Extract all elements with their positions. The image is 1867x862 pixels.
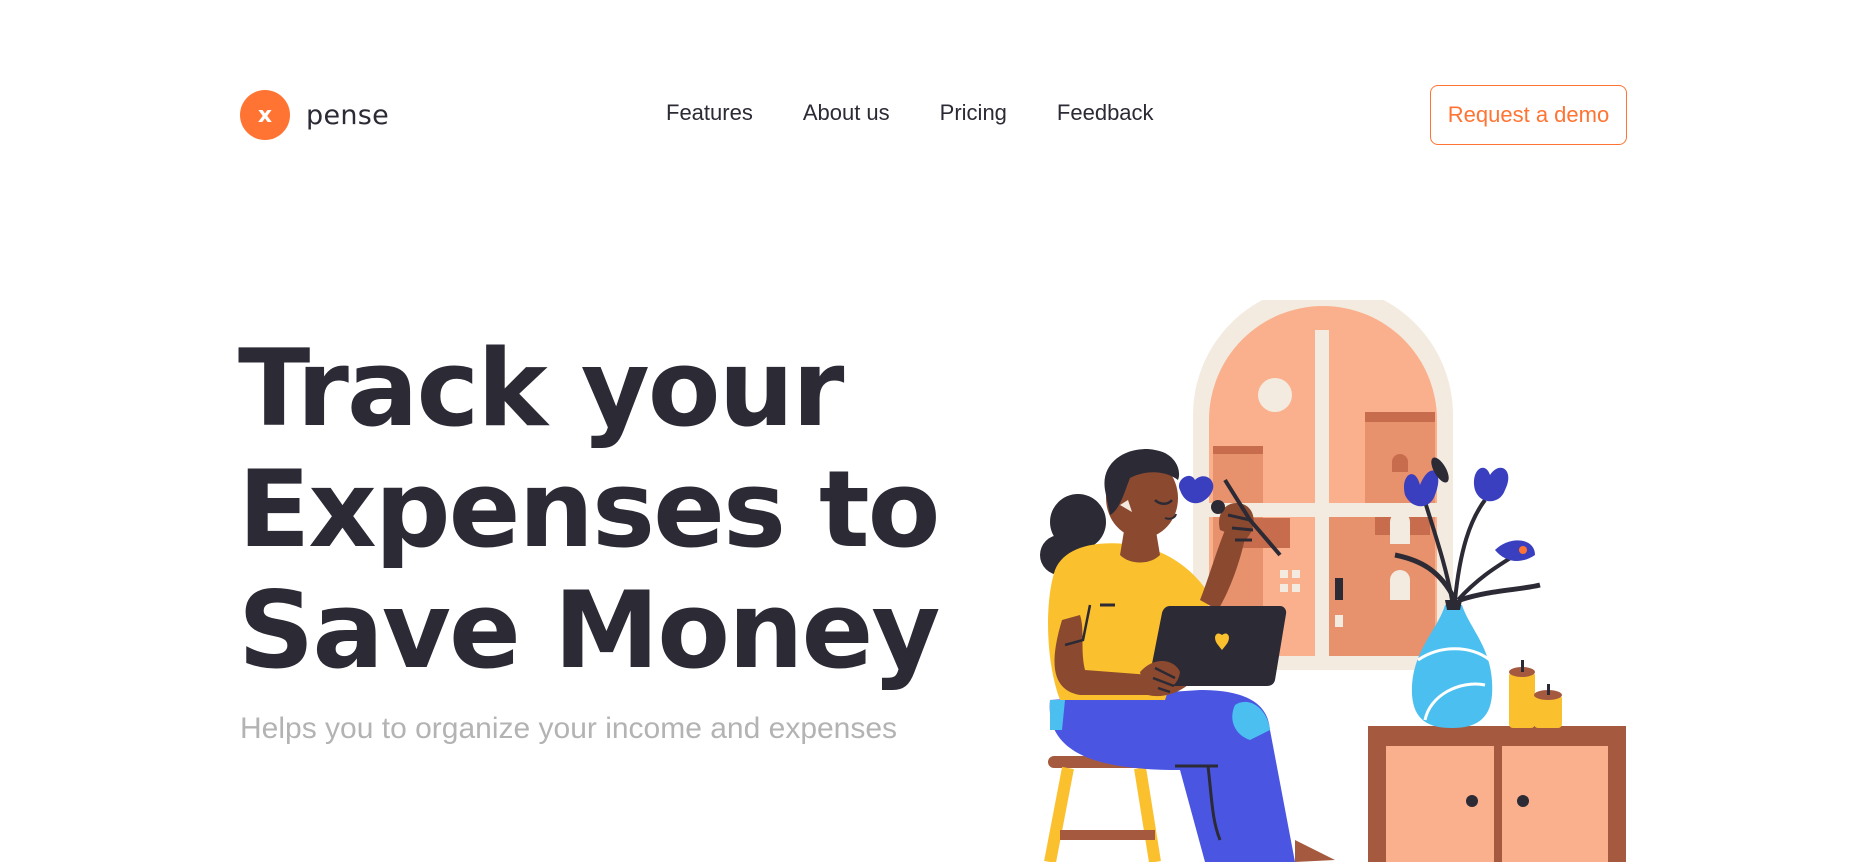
logo[interactable]: x pense [240, 90, 389, 140]
hero-title-line: Save Money [238, 569, 941, 692]
stool-illustration [1044, 756, 1161, 862]
hero-subtitle: Helps you to organize your income and ex… [240, 712, 898, 745]
nav-link-pricing[interactable]: Pricing [940, 100, 1007, 126]
site-header: x pense Features About us Pricing Feedba… [0, 0, 1867, 230]
hero-title-line: Expenses to [238, 448, 941, 571]
hero-illustration [950, 285, 1650, 862]
nav-link-feedback[interactable]: Feedback [1057, 100, 1154, 126]
logo-mark-icon: x [240, 90, 290, 140]
hero-title-line: Track your [238, 327, 844, 450]
woman-with-laptop-illustration [1040, 285, 1626, 862]
main-nav: Features About us Pricing Feedback [666, 100, 1154, 126]
candles-illustration [1509, 660, 1562, 728]
logo-text: pense [306, 99, 390, 131]
cabinet-illustration [1368, 726, 1626, 862]
request-demo-button[interactable]: Request a demo [1430, 85, 1627, 145]
nav-link-features[interactable]: Features [666, 100, 753, 126]
hero-title: Track your Expenses to Save Money [238, 328, 958, 691]
nav-link-about-us[interactable]: About us [803, 100, 890, 126]
